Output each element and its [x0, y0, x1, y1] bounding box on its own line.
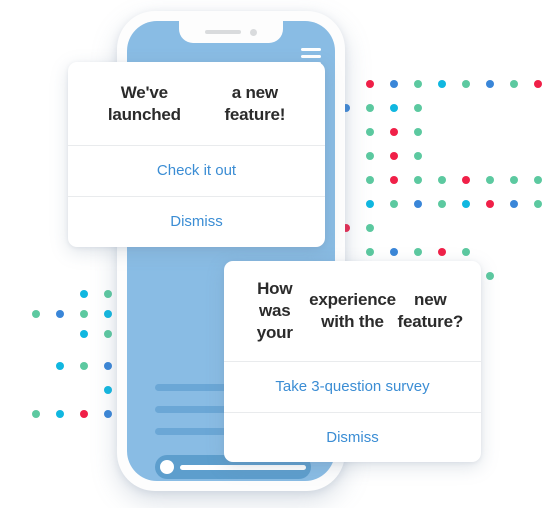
- decorative-dot: [56, 310, 64, 318]
- decorative-dot: [462, 80, 470, 88]
- launch-announcement-card: We've launched a new feature! Check it o…: [68, 62, 325, 247]
- decorative-dot: [414, 128, 422, 136]
- decorative-dot: [56, 410, 64, 418]
- decorative-dot: [104, 386, 112, 394]
- decorative-dot: [414, 248, 422, 256]
- check-it-out-button[interactable]: Check it out: [68, 145, 325, 196]
- survey-title-text-3: new feature?: [397, 290, 464, 331]
- decorative-dot: [390, 80, 398, 88]
- decorative-dot: [366, 176, 374, 184]
- survey-title-text: How was your: [256, 279, 293, 342]
- decorative-dot: [414, 152, 422, 160]
- hamburger-bar: [301, 48, 321, 51]
- speaker-bar-icon: [205, 30, 241, 34]
- decorative-dot: [80, 310, 88, 318]
- dismiss-survey-button[interactable]: Dismiss: [224, 412, 481, 462]
- decorative-dot: [366, 128, 374, 136]
- slider-knob[interactable]: [160, 460, 174, 474]
- decorative-dot: [390, 200, 398, 208]
- launch-announcement-title: We've launched a new feature!: [68, 62, 325, 145]
- decorative-dot: [104, 290, 112, 298]
- launch-title-text: We've launched: [107, 82, 181, 124]
- decorative-dot: [414, 200, 422, 208]
- decorative-dot: [414, 104, 422, 112]
- decorative-dot: [462, 248, 470, 256]
- dismiss-launch-button[interactable]: Dismiss: [68, 196, 325, 247]
- decorative-dot: [510, 80, 518, 88]
- decorative-dot: [438, 200, 446, 208]
- decorative-dot: [534, 176, 542, 184]
- decorative-dot: [510, 176, 518, 184]
- decorative-dot: [366, 224, 374, 232]
- decorative-dot: [366, 248, 374, 256]
- decorative-dot: [366, 104, 374, 112]
- decorative-dot: [486, 176, 494, 184]
- decorative-dot: [366, 152, 374, 160]
- decorative-dot: [462, 176, 470, 184]
- decorative-dot: [366, 80, 374, 88]
- decorative-dot: [104, 362, 112, 370]
- decorative-dot: [32, 310, 40, 318]
- decorative-dot: [462, 200, 470, 208]
- survey-title-text-2: experience with the: [309, 290, 396, 331]
- decorative-dot: [438, 248, 446, 256]
- decorative-dot: [390, 152, 398, 160]
- decorative-dot: [390, 176, 398, 184]
- decorative-dot: [414, 80, 422, 88]
- hamburger-bar: [301, 55, 321, 58]
- decorative-dot: [390, 128, 398, 136]
- decorative-dot: [80, 362, 88, 370]
- decorative-dot: [414, 176, 422, 184]
- slider-track[interactable]: [180, 464, 306, 470]
- decorative-dot: [486, 80, 494, 88]
- decorative-dot: [32, 410, 40, 418]
- decorative-dot: [438, 80, 446, 88]
- survey-prompt-card: How was your experience with the new fea…: [224, 261, 481, 462]
- phone-notch: [179, 21, 283, 43]
- decorative-dot: [534, 200, 542, 208]
- decorative-dot: [80, 330, 88, 338]
- camera-dot-icon: [250, 28, 257, 36]
- decorative-dot: [80, 290, 88, 298]
- launch-title-text-2: a new feature!: [224, 82, 286, 124]
- decorative-dot: [534, 80, 542, 88]
- decorative-dot: [366, 200, 374, 208]
- decorative-dot: [104, 310, 112, 318]
- decorative-dot: [486, 272, 494, 280]
- decorative-dot: [80, 410, 88, 418]
- decorative-dot: [56, 362, 64, 370]
- decorative-dot: [390, 248, 398, 256]
- decorative-dot: [104, 330, 112, 338]
- decorative-dot: [104, 410, 112, 418]
- decorative-dot: [390, 104, 398, 112]
- decorative-dot: [510, 200, 518, 208]
- survey-prompt-title: How was your experience with the new fea…: [224, 261, 481, 361]
- decorative-dot: [486, 200, 494, 208]
- decorative-dot: [438, 176, 446, 184]
- take-survey-button[interactable]: Take 3-question survey: [224, 361, 481, 412]
- illustration-canvas: We've launched a new feature! Check it o…: [0, 0, 552, 508]
